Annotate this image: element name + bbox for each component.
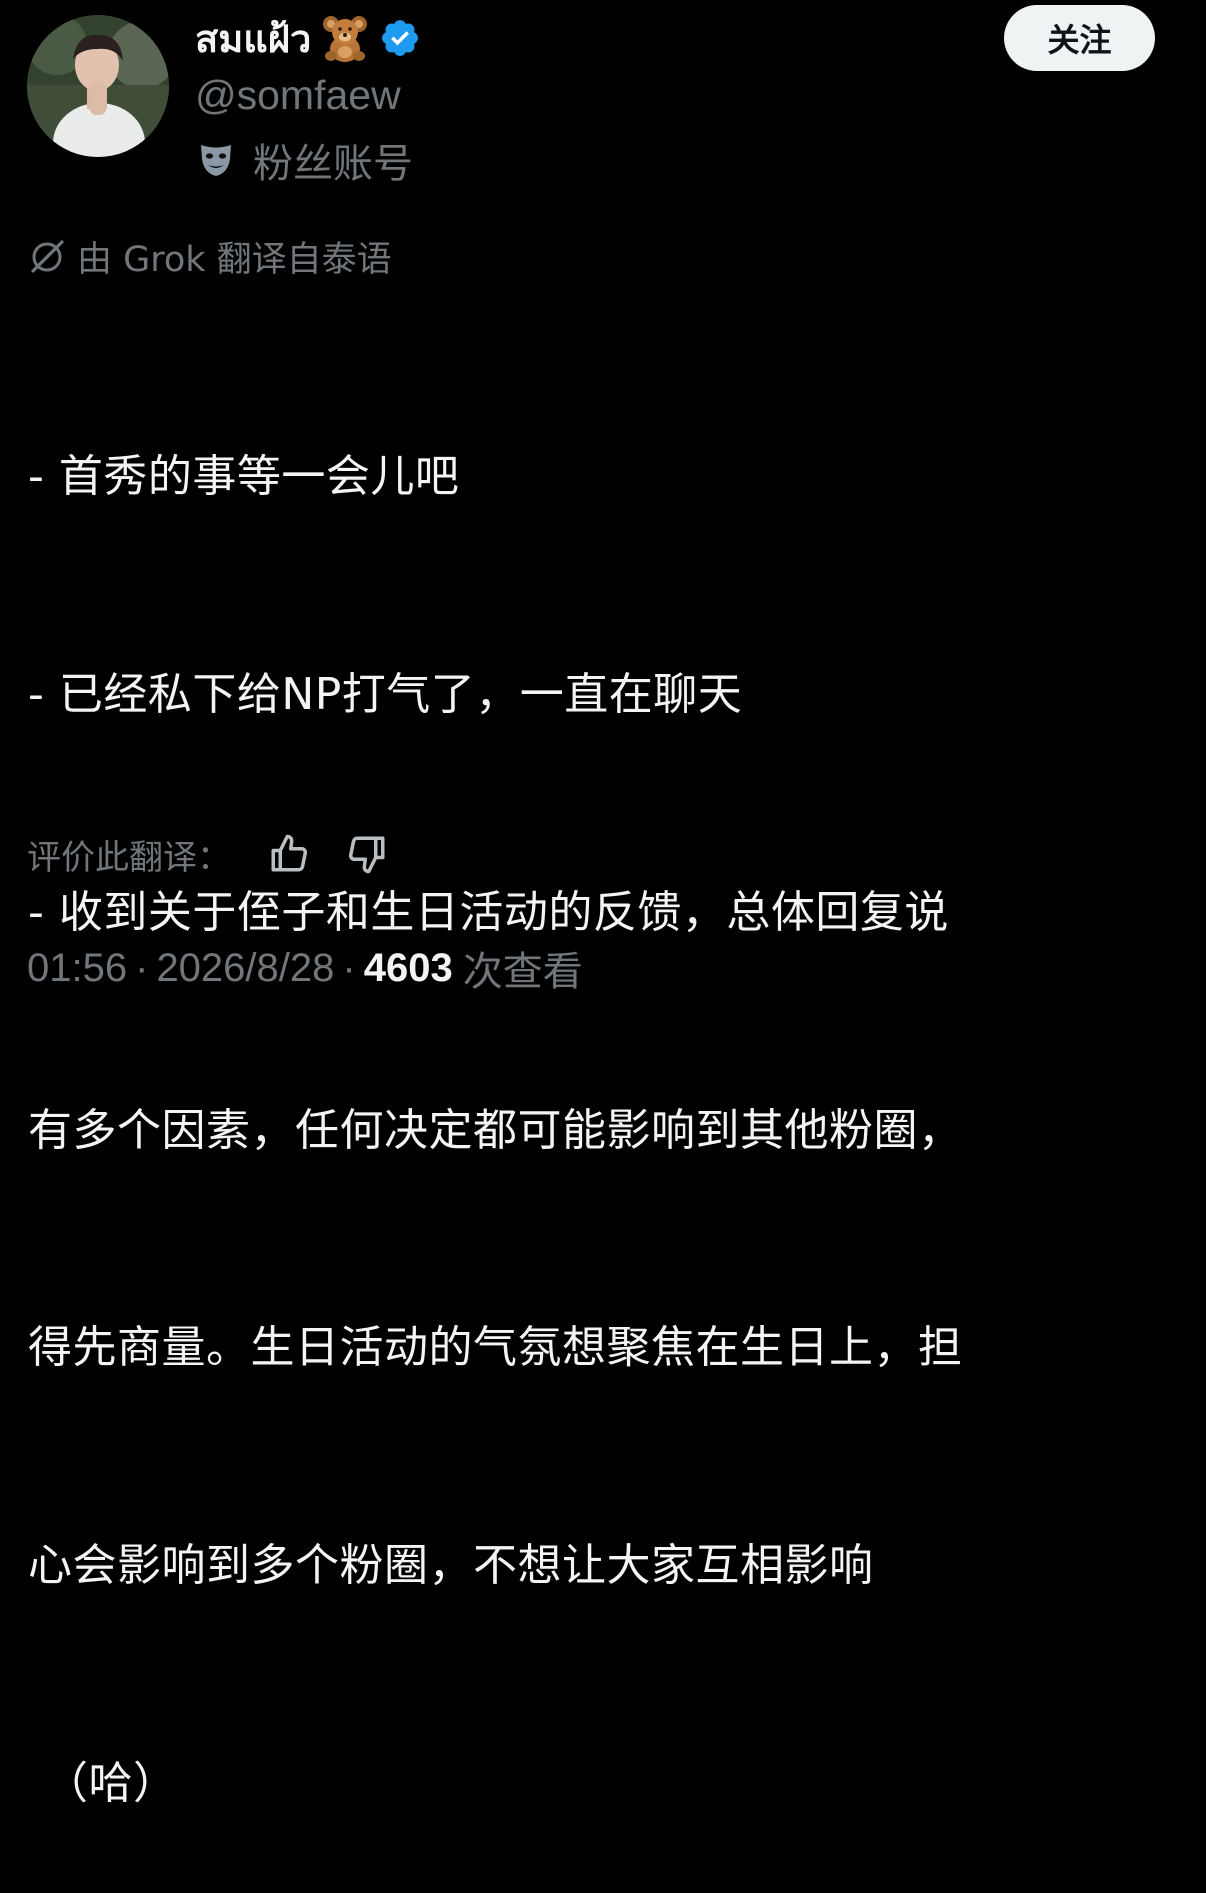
account-type-text: 粉丝账号 bbox=[253, 141, 413, 187]
avatar[interactable] bbox=[27, 15, 169, 157]
rate-translation: 评价此翻译： bbox=[27, 826, 391, 882]
tweet-text: - 首秀的事等一会儿吧 - 已经私下给NP打气了，一直在聊天 - 收到关于侄子和… bbox=[28, 296, 1178, 1893]
tweet-line: - 首秀的事等一会儿吧 bbox=[28, 451, 460, 503]
tweet-line: - 已经私下给NP打气了，一直在聊天 bbox=[28, 668, 743, 720]
name-row: สมแฝ้ว bbox=[195, 10, 421, 66]
account-type-label: 粉丝账号 bbox=[197, 135, 413, 187]
tweet-meta: 01:56 · 2026/8/28 · 4603 次查看 bbox=[27, 938, 583, 998]
tweet-line: 得先商量。生日活动的气氛想聚焦在生日上，担 bbox=[28, 1322, 963, 1374]
grok-icon bbox=[27, 236, 67, 276]
user-handle[interactable]: @somfaew bbox=[195, 72, 401, 119]
thumbs-down-icon[interactable] bbox=[343, 830, 391, 878]
rate-translation-label: 评价此翻译： bbox=[27, 837, 231, 878]
display-name[interactable]: สมแฝ้ว bbox=[195, 8, 311, 69]
verified-badge-icon bbox=[379, 17, 421, 59]
teddy-bear-icon bbox=[319, 12, 371, 64]
tweet-time[interactable]: 01:56 bbox=[27, 946, 127, 991]
meta-separator: · bbox=[135, 945, 149, 990]
translation-label: 由 Grok 翻译自泰语 bbox=[77, 239, 392, 280]
translation-notice[interactable]: 由 Grok 翻译自泰语 bbox=[27, 230, 392, 282]
meta-separator: · bbox=[342, 945, 356, 990]
tweet-line: 心会影响到多个粉圈，不想让大家互相影响 bbox=[28, 1540, 874, 1592]
views-count[interactable]: 4603 bbox=[364, 946, 453, 991]
theater-mask-icon bbox=[197, 141, 235, 179]
tweet-line: （哈） bbox=[44, 1757, 178, 1809]
tweet-date[interactable]: 2026/8/28 bbox=[156, 946, 334, 991]
follow-button[interactable]: 关注 bbox=[1004, 5, 1155, 71]
tweet-line: 有多个因素，任何决定都可能影响到其他粉圈， bbox=[28, 1104, 963, 1156]
views-label: 次查看 bbox=[462, 949, 583, 995]
thumbs-up-icon[interactable] bbox=[265, 830, 313, 878]
